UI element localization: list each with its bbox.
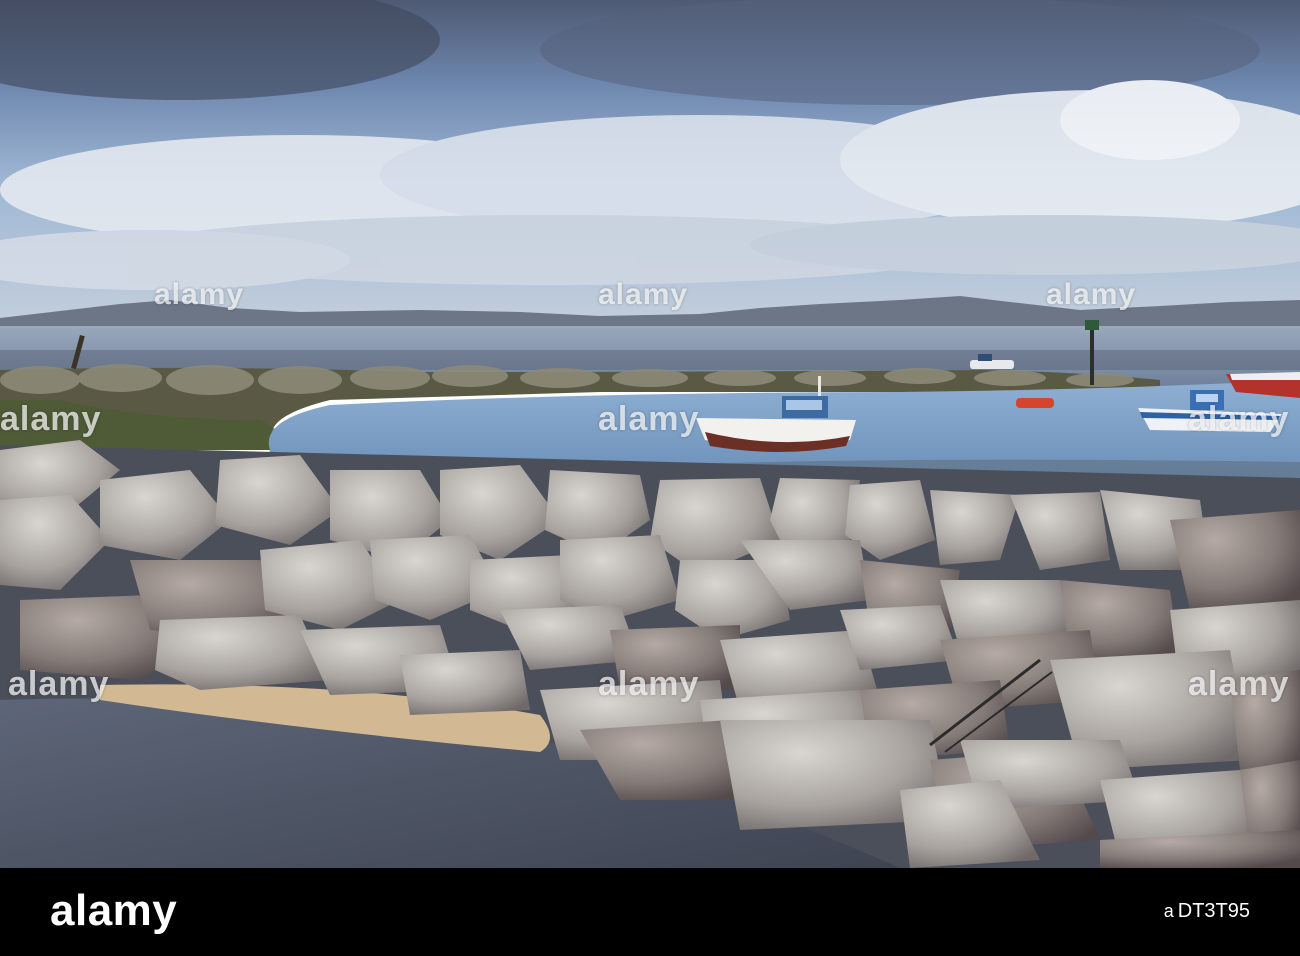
watermark-text: alamy bbox=[8, 665, 110, 703]
brand-logo[interactable]: alamy bbox=[50, 886, 177, 936]
stock-photo: alamy alamy alamy alamy alamy alamy alam… bbox=[0, 0, 1300, 868]
image-id-value: DT3T95 bbox=[1177, 900, 1250, 922]
footer-bar: alamy a DT3T95 bbox=[0, 868, 1300, 956]
boat-small bbox=[1016, 398, 1054, 408]
watermark-text: alamy bbox=[1046, 278, 1137, 311]
clouds bbox=[0, 0, 1300, 290]
watermark-text: alamy bbox=[1188, 665, 1290, 703]
image-id: a DT3T95 bbox=[1164, 900, 1250, 923]
watermark-text: alamy bbox=[154, 278, 245, 311]
watermark-text: alamy bbox=[598, 665, 700, 703]
watermark-text: alamy bbox=[0, 400, 102, 438]
image-id-label: a bbox=[1163, 901, 1174, 921]
watermark-text: alamy bbox=[598, 278, 689, 311]
watermark-text: alamy bbox=[598, 400, 700, 438]
brand-name: alamy bbox=[50, 886, 178, 935]
watermark-text: alamy bbox=[1188, 400, 1290, 438]
